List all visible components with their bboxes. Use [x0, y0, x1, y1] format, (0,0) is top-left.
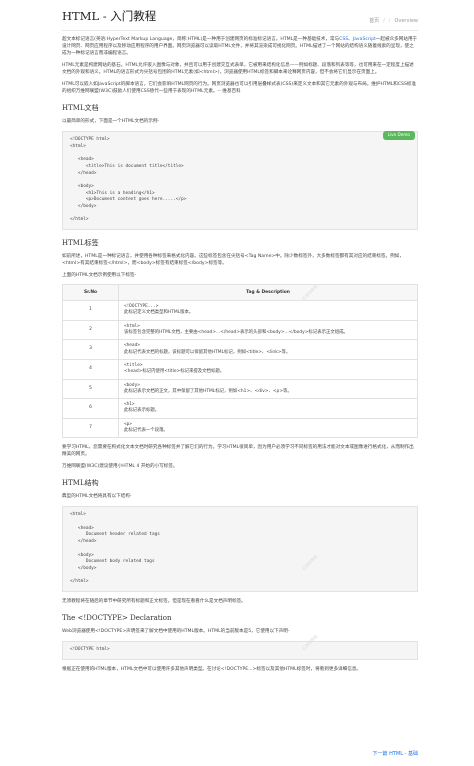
intro-paragraph: HTML可以嵌入如JavaScript的脚本语言，它们会影响HTML网页的行为。…: [62, 82, 417, 94]
section-paragraph: 无须教程将在随后的章节中研究所有标题和正文标签，但是现在看看什么是文档声明标签。: [62, 599, 246, 605]
section-paragraph: 万维网联盟(W3C)建议使用小HTML 4 开始的小写标签。: [62, 464, 178, 470]
table-row: 6 <h1> 此标记表示标题。: [62, 398, 418, 419]
table-header-row: Sr.No Tag & Description: [62, 284, 418, 302]
tag-description: 此标记表示标题。: [124, 408, 160, 414]
tag-description: 此标记定义文档类型和HTML版本。: [124, 310, 194, 316]
section-heading-html-tags: HTML标签: [62, 239, 99, 248]
table-row: 4 <title> <head>标记内使用<title>标记来提及文档标题。: [62, 358, 418, 380]
table-cell-description: <title> <head>标记内使用<title>标记来提及文档标题。: [118, 358, 418, 380]
section-paragraph: 如前所述，HTML是一种标记语言，并使用各种标签来格式化内容。这些标签包含在尖括…: [62, 254, 404, 267]
code-text: <!DOCTYPE html> <html> <head> <title>Thi…: [70, 137, 187, 223]
section-paragraph: 要学习HTML，您需要在构式化文本文档时研究各种标签并了解它们的行为。学习HTM…: [62, 445, 414, 458]
breadcrumb-separator: /: [383, 17, 385, 24]
tag-description: 此标记代表文档的标题，该标题可以保留其他HTML标记，例如<title>、<li…: [124, 349, 291, 355]
tag-description: 此标记表示文档的正文，其中保留了其他HTML标记，例如<h1>、<div>、<p…: [124, 388, 292, 394]
section-description: 典型的HTML文档将具有以下结构-: [62, 494, 132, 500]
article-content: 超文本标记语言(英语:HyperText Markup Language，简称:…: [62, 36, 418, 673]
table-row: 5 <body> 此标记表示文档的正文，其中保留了其他HTML标记，例如<h1>、…: [62, 378, 418, 400]
code-example-doctype: <!DOCTYPE html>: [62, 641, 418, 660]
intro-paragraph: HTML元素是构建网站的基石。HTML允许嵌入图像与对象，并且可以用于创建交互式…: [62, 63, 414, 75]
table-cell-number: 6: [62, 398, 119, 419]
table-cell-number: 3: [62, 339, 119, 360]
table-cell-number: 2: [62, 319, 119, 341]
breadcrumb-home[interactable]: 首页: [369, 17, 379, 24]
css-link[interactable]: CSS: [339, 37, 348, 42]
breadcrumb-current[interactable]: Overview: [394, 18, 418, 24]
table-row: 7 <p> 此标记代表一个段落。: [62, 417, 418, 439]
page: HTML - 入门教程 首页 / / Overview 超文本标记语言(英语:H…: [0, 0, 474, 766]
tags-table: Sr.No Tag & Description 1 <!DOCTYPE...> 此…: [62, 284, 418, 439]
table-cell-description: <html> 该标签包含完整的HTML文档，主要由<head>...</head>…: [118, 319, 418, 341]
section-heading-html-document: HTML文档: [62, 104, 99, 112]
table-cell-description: <body> 此标记表示文档的正文，其中保留了其他HTML标记，例如<h1>、<d…: [118, 378, 418, 400]
table-header: Tag & Description: [118, 284, 418, 302]
page-title: HTML - 入门教程: [62, 9, 157, 23]
page-header: HTML - 入门教程 首页 / / Overview: [62, 8, 418, 31]
table-cell-number: 5: [62, 378, 119, 400]
table-cell-number: 4: [62, 358, 119, 380]
section-heading-doctype: The <!DOCTYPE> Declaration: [62, 614, 172, 623]
section-description: 以最简单的形式，下面是一个HTML文档的示例-: [62, 119, 160, 124]
intro-paragraph: 超文本标记语言(英语:HyperText Markup Language，简称:…: [62, 36, 418, 57]
section-heading-html-structure: HTML结构: [62, 479, 99, 488]
table-row: 3 <head> 此标记代表文档的标题，该标题可以保留其他HTML标记，例如<ti…: [62, 339, 418, 360]
live-demo-button[interactable]: Live Demo: [382, 131, 415, 140]
table-cell-description: <head> 此标记代表文档的标题，该标题可以保留其他HTML标记，例如<titl…: [118, 339, 418, 360]
table-cell-description: <p> 此标记代表一个段落。: [118, 417, 418, 439]
javascript-link[interactable]: JavaScript: [353, 37, 376, 42]
tag-description: <head>标记内使用<title>标记来提及文档标题。: [124, 369, 225, 375]
section-paragraph: 上面的HTML文档示例使用以下标签-: [62, 273, 137, 279]
code-example-structure: <html> <head> Document header related ta…: [62, 506, 418, 593]
table-cell-description: <!DOCTYPE...> 此标记定义文档类型和HTML版本。: [118, 300, 418, 321]
intro-text: 超文本标记语言(英语:HyperText Markup Language，简称:…: [62, 37, 340, 42]
table-cell-number: 7: [62, 417, 119, 439]
section-paragraph: 根据正在使用的HTML版本，HTML文档中可以使用许多其他声明类型。在讨论<!D…: [62, 666, 362, 672]
code-example-document: Live Demo <!DOCTYPE html> <html> <head> <…: [62, 131, 418, 231]
table-row: 1 <!DOCTYPE...> 此标记定义文档类型和HTML版本。: [62, 300, 418, 321]
tag-description: 此标记代表一个段落。: [124, 428, 168, 433]
breadcrumb: 首页 / / Overview: [369, 17, 418, 25]
tag-description: 该标签包含完整的HTML文档，主要由<head>...</head>表示的头部和…: [124, 330, 348, 336]
section-description: Web浏览器使用<!DOCTYPE>声明签来了解文档中使用的HTML版本。HTM…: [62, 629, 290, 635]
table-cell-description: <h1> 此标记表示标题。: [118, 398, 418, 419]
table-row: 2 <html> 该标签包含完整的HTML文档，主要由<head>...</hea…: [62, 319, 418, 341]
table-header: Sr.No: [62, 284, 119, 302]
next-page-link[interactable]: 下一篇 HTML - 基础: [373, 750, 419, 757]
table-cell-number: 1: [62, 300, 119, 321]
breadcrumb-separator: /: [388, 17, 391, 24]
